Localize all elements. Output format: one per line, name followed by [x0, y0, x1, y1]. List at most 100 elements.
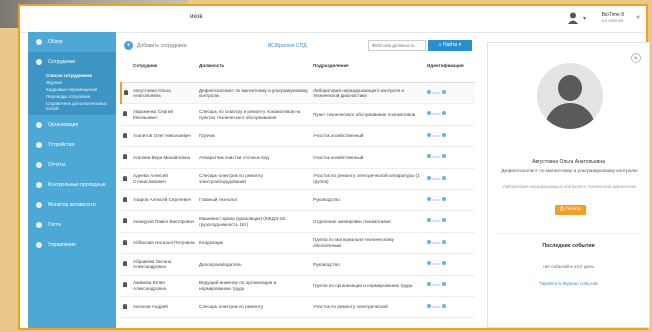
fingerprint-icon: [432, 134, 441, 137]
user-icon: [123, 132, 127, 138]
face-icon: [442, 154, 446, 159]
table-row[interactable]: Августовна Ольга Анатольевна Дефектоскопи…: [120, 82, 475, 105]
column-header-position[interactable]: Должность: [197, 60, 311, 83]
sidebar: Обзор Сотрудники Список сотрудников Журн…: [28, 32, 116, 328]
sidebar-subitem-transfers[interactable]: Кадровые перемещения: [28, 86, 116, 93]
card-icon: [427, 218, 431, 223]
fingerprint-icon: [432, 113, 441, 116]
table-header-row: Сотрудник Должность Подразделение Иденти…: [121, 60, 475, 83]
table-row[interactable]: Агапова Вера Михайловна Аппаратчик очистк…: [121, 146, 475, 169]
face-icon: [442, 303, 446, 308]
divider: [496, 233, 641, 234]
list-toolbar: + Добавить сотрудника ВС/Краткое СПД ⌕ Н…: [120, 36, 475, 56]
profile-department: Лаборатория неразрушающего контроля и те…: [502, 184, 637, 189]
table-row[interactable]: Акимуров Павел Викторович Машинист крана …: [121, 210, 475, 233]
sidebar-subitem-journal[interactable]: Журнал: [28, 79, 116, 86]
sidebar-subitem-vacations[interactable]: Переводы отпусками: [28, 93, 116, 100]
employee-cell: Аббасова Наталья Петровна: [131, 232, 197, 255]
find-label: Найти: [443, 42, 458, 48]
table-row[interactable]: Акимова Юлия Александровна Ведущий инжене…: [121, 275, 475, 297]
sidebar-item-monitor[interactable]: Монитор активности: [28, 195, 116, 215]
face-icon: [442, 239, 446, 244]
employee-cell: Агапова Вера Михайловна: [131, 146, 197, 169]
gate-icon: [36, 182, 42, 188]
sidebar-item-employees[interactable]: Сотрудники: [28, 52, 116, 72]
find-button[interactable]: ⌕ Найти ▾: [428, 40, 472, 51]
sidebar-item-devices[interactable]: Устройства: [28, 135, 116, 155]
journal-link[interactable]: Перейти в Журнал событий: [488, 281, 649, 286]
brand: BioTime 8 8.0.0000.85: [602, 12, 624, 24]
table-row[interactable]: Аббасова Наталья Петровна Кладовщик Группа…: [121, 232, 475, 255]
edit-icon[interactable]: ✎: [631, 53, 641, 63]
identification-cell: [425, 189, 475, 212]
card-icon: [427, 261, 431, 266]
department-cell: Участок хозяйственный: [311, 146, 425, 169]
card-icon: [427, 89, 431, 94]
card-icon: [427, 132, 431, 137]
guest-icon: [36, 222, 42, 228]
sidebar-item-guests[interactable]: Гости: [28, 215, 116, 235]
face-icon: [442, 196, 446, 201]
user-icon: [123, 239, 127, 245]
sidebar-subitem-fields[interactable]: Справочник дополнительных полей: [28, 100, 116, 112]
employee-table: Сотрудник Должность Подразделение Иденти…: [120, 60, 475, 319]
sidebar-item-label: Гости: [48, 222, 61, 228]
department-cell: Руководство: [311, 189, 425, 212]
employee-cell: Адеева Алексей Станиславович: [131, 168, 197, 190]
position-cell: Слесарь по осмотру и ремонту локомотивов…: [197, 103, 311, 126]
sidebar-item-reports[interactable]: Отчёты: [28, 155, 116, 175]
table-row[interactable]: Аксенов Андрей Слесарь-электрик по ремонт…: [121, 296, 475, 319]
row-user-cell: [121, 253, 131, 276]
sidebar-item-organization[interactable]: Организация: [28, 115, 116, 135]
table-row[interactable]: Адеева Алексей Станиславович Слесарь-элек…: [121, 168, 475, 190]
add-employee-button[interactable]: + Добавить сотрудника: [124, 41, 187, 50]
row-user-cell: [121, 125, 131, 148]
employee-cell: Аксенов Андрей: [131, 296, 197, 319]
position-cell: Кладовщик: [197, 232, 311, 255]
identification-cell: [425, 103, 475, 126]
position-cell: Машинист крана (крановщик) (КЖДЭ-16, гру…: [197, 210, 311, 233]
table-row[interactable]: Агапитов Олег Николаевич Грузчик Участок х…: [121, 125, 475, 148]
table-row[interactable]: Авраменко Сергей Евгеньевич Слесарь по ос…: [121, 103, 475, 126]
user-icon[interactable]: [568, 12, 578, 24]
row-user-cell: [121, 210, 131, 233]
monitor-icon: [36, 202, 42, 208]
sidebar-item-label: Сотрудники: [48, 59, 76, 65]
row-user-cell: [121, 296, 131, 319]
sidebar-item-label: Организация: [48, 122, 79, 128]
print-button[interactable]: ⎙ Печать: [555, 205, 586, 215]
breadcrumb[interactable]: ВС/Краткое СПД: [268, 43, 307, 49]
chevron-down-icon[interactable]: ▾: [583, 15, 586, 22]
card-icon: [427, 282, 431, 287]
user-icon: [123, 282, 127, 288]
avatar-body: [545, 103, 595, 129]
department-cell: Руководство: [311, 253, 425, 276]
sidebar-subitem-list[interactable]: Список сотрудников: [28, 72, 116, 79]
table-row[interactable]: Азаров Алексей Сергеевич Главный технолог…: [121, 189, 475, 212]
page-title: иков: [190, 14, 203, 20]
top-bar: иков ▾ BioTime 8 8.0.0000.85 «: [20, 6, 646, 33]
collapse-icon[interactable]: «: [636, 14, 640, 21]
position-cell: Главный технолог: [197, 189, 311, 212]
column-header-department[interactable]: Подразделение: [311, 60, 425, 83]
employee-cell: Акимова Юлия Александровна: [131, 275, 197, 297]
card-icon: [427, 154, 431, 159]
sidebar-item-overview[interactable]: Обзор: [28, 32, 116, 52]
profile-position: Дефектоскопист по магнитному и ультразву…: [501, 169, 638, 174]
identification-cell: [425, 296, 475, 319]
sidebar-item-label: Устройства: [48, 142, 75, 148]
row-user-cell: [120, 82, 131, 105]
fingerprint-icon: [432, 156, 441, 159]
sidebar-item-management[interactable]: Управление: [28, 235, 116, 255]
table-row[interactable]: Абрамова Оксана Александровна Делопроизво…: [121, 253, 475, 276]
fingerprint-icon: [432, 305, 441, 308]
table-header-blank: [121, 60, 131, 83]
sidebar-item-checkpoints[interactable]: Контрольные проходные: [28, 175, 116, 195]
face-icon: [442, 218, 446, 223]
sidebar-item-label: Монитор активности: [48, 202, 96, 208]
employee-cell: Абрамова Оксана Александровна: [131, 253, 197, 276]
avatar: [537, 63, 603, 129]
column-header-employee[interactable]: Сотрудник: [131, 60, 197, 83]
search-input[interactable]: [368, 40, 426, 51]
identification-cell: [425, 253, 475, 276]
